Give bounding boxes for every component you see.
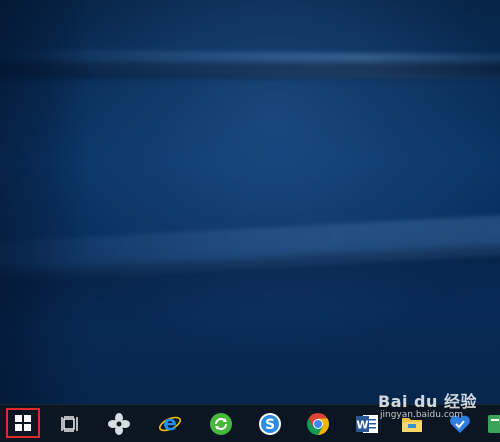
blue-heart-app-icon (450, 415, 470, 433)
desktop-wallpaper (0, 0, 500, 404)
green-refresh-app-button[interactable] (201, 407, 241, 441)
blue-heart-app-button[interactable] (440, 407, 480, 441)
word-icon: W (356, 415, 378, 433)
pinwheel-app-icon (108, 413, 130, 435)
svg-text:W: W (356, 419, 368, 432)
file-explorer-button[interactable] (392, 407, 432, 441)
task-view-button[interactable] (50, 407, 90, 441)
green-app-icon (488, 415, 500, 433)
windows-start-icon (15, 415, 31, 431)
internet-explorer-button[interactable]: e (150, 407, 190, 441)
task-view-icon (61, 416, 78, 432)
green-refresh-app-icon (210, 413, 232, 435)
taskbar: e S W (0, 404, 500, 442)
svg-text:S: S (265, 417, 275, 433)
green-app-button[interactable] (484, 407, 500, 441)
internet-explorer-icon: e (159, 412, 181, 435)
wallpaper-left-shade (0, 0, 90, 404)
pinwheel-app-button[interactable] (99, 407, 139, 441)
svg-text:e: e (163, 412, 177, 435)
chrome-button[interactable] (298, 407, 338, 441)
word-button[interactable]: W (347, 407, 387, 441)
sogou-browser-button[interactable]: S (250, 407, 290, 441)
start-button[interactable] (6, 408, 40, 438)
file-explorer-icon (402, 418, 422, 432)
sogou-browser-icon: S (259, 413, 281, 435)
chrome-icon (307, 413, 329, 435)
